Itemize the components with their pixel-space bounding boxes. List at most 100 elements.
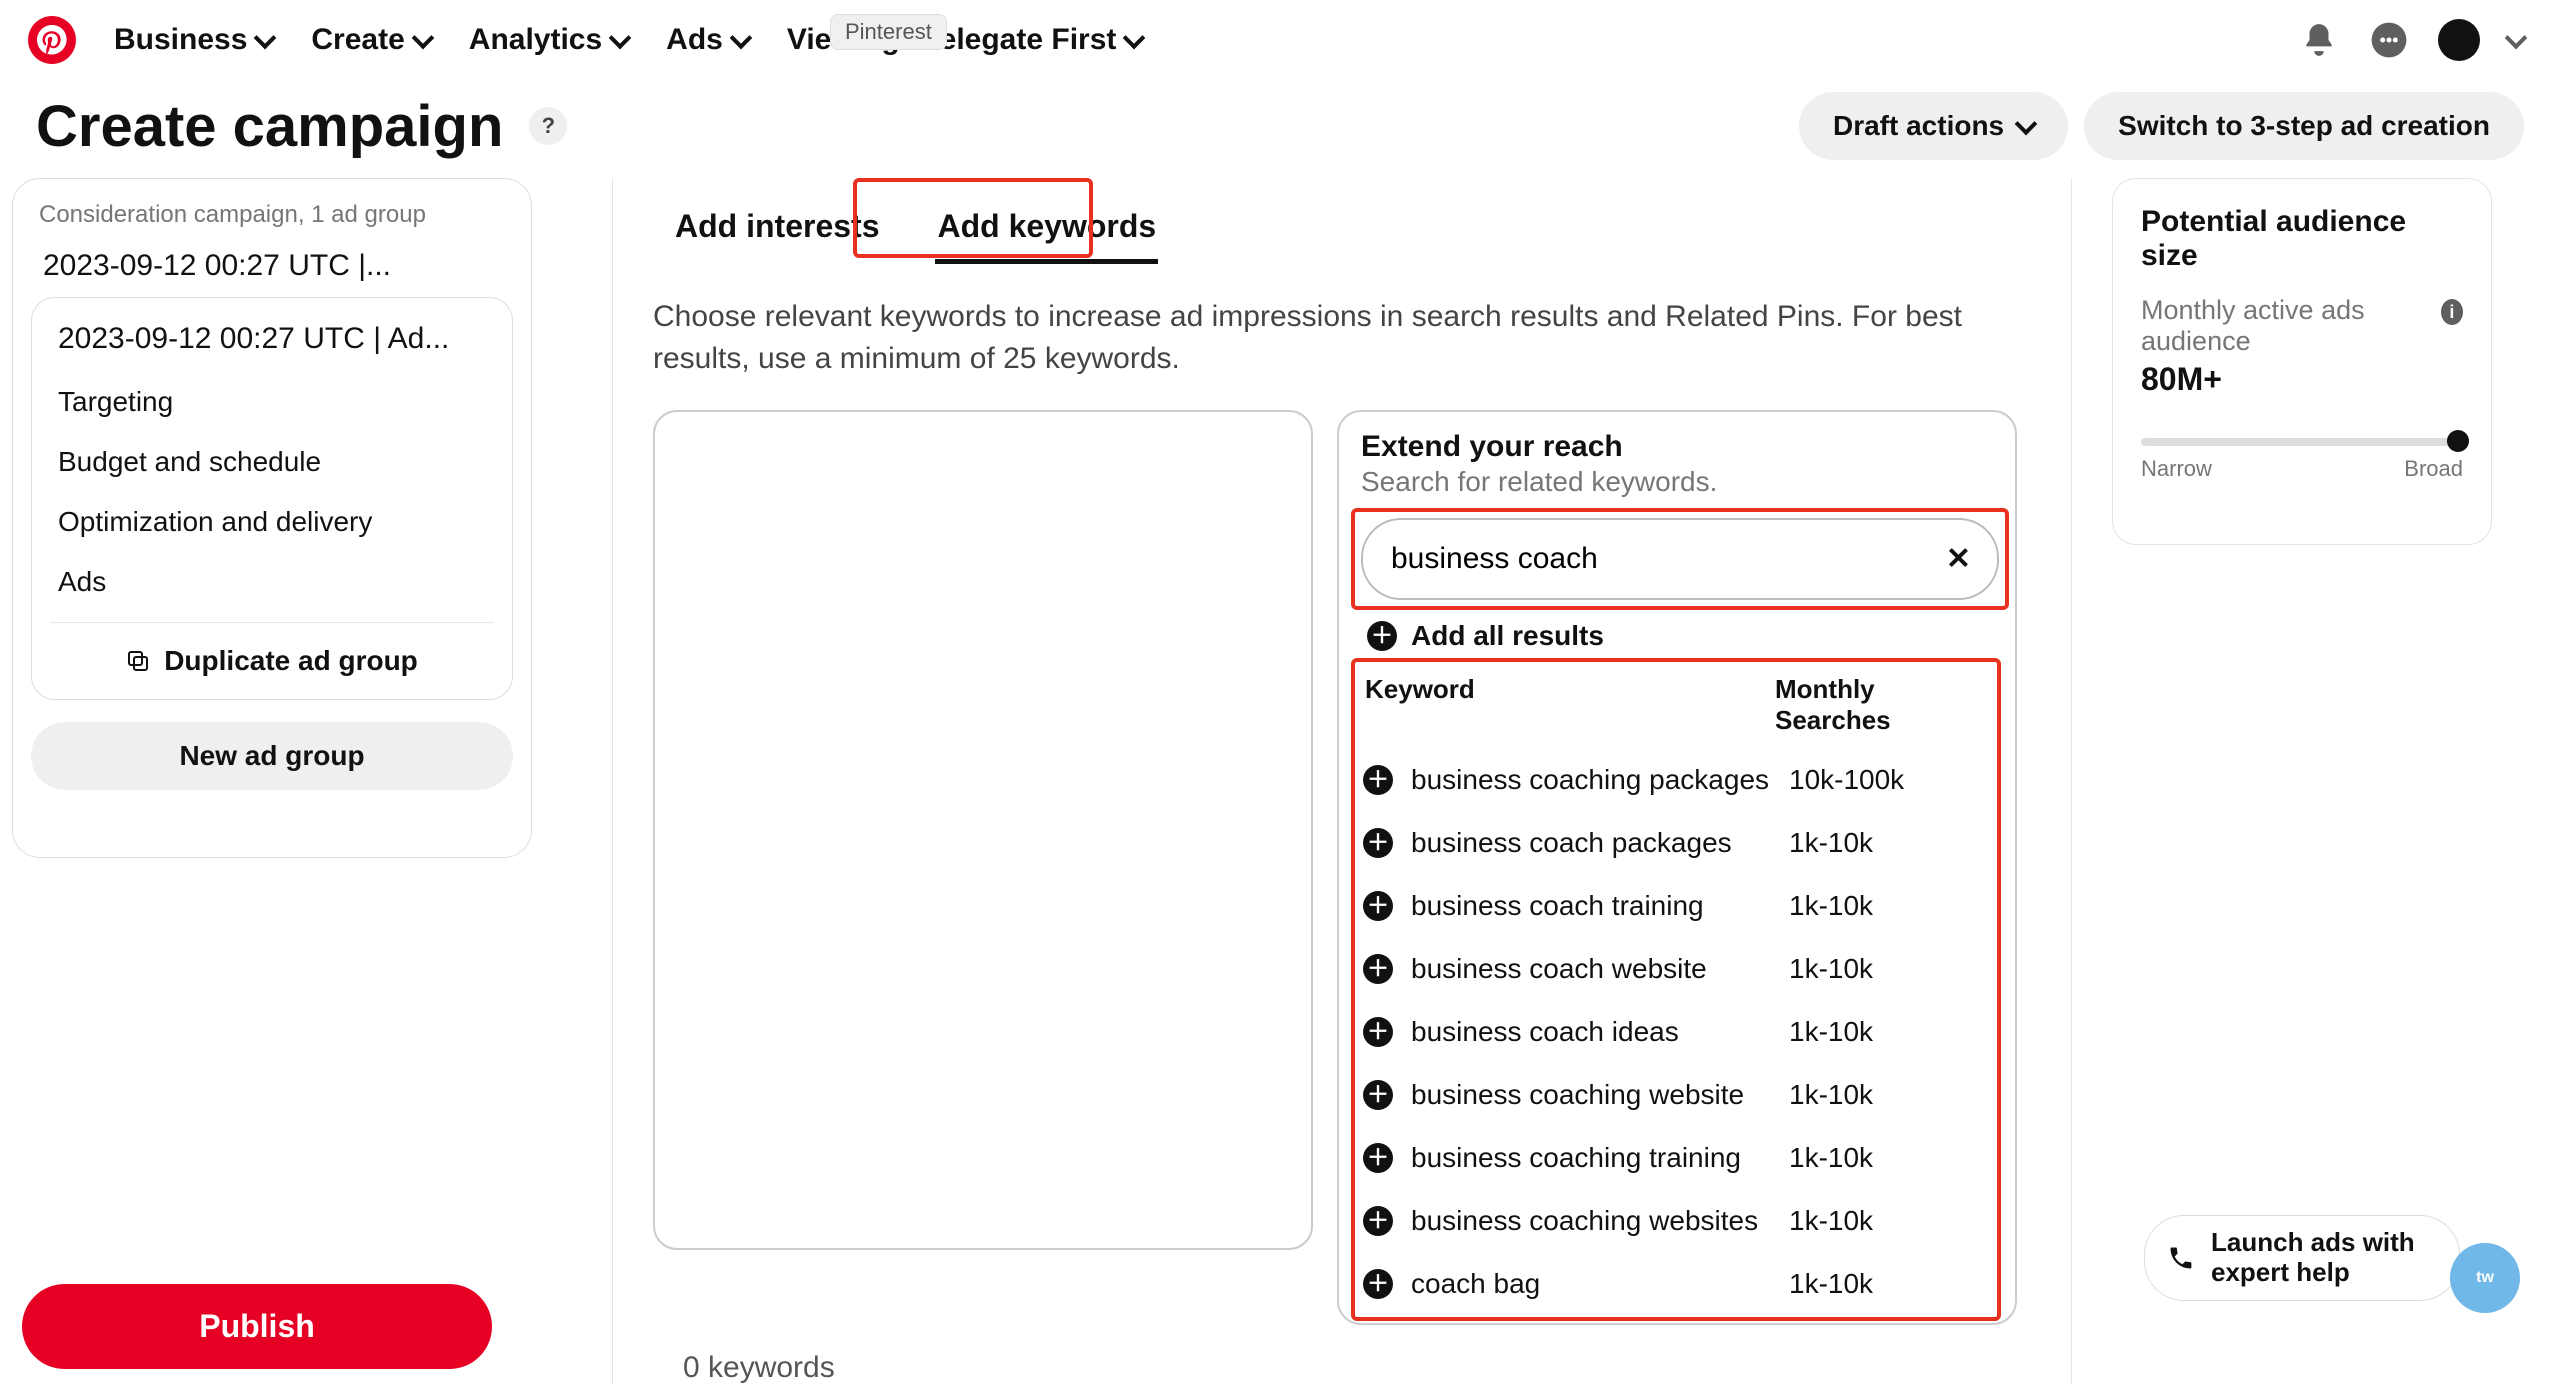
sidebar-campaign-name[interactable]: 2023-09-12 00:27 UTC |... (31, 243, 513, 297)
info-icon[interactable]: i (2441, 299, 2463, 325)
bell-icon[interactable] (2298, 19, 2340, 61)
main-panel: Add interests Add keywords Choose releva… (612, 178, 2072, 1385)
add-keyword-icon[interactable]: ＋ (1363, 1269, 1393, 1299)
nav-create[interactable]: Create (311, 23, 430, 57)
keyword-search-input[interactable] (1361, 518, 1999, 600)
chevron-down-icon (411, 27, 434, 50)
intro-text: Choose relevant keywords to increase ad … (653, 282, 2031, 410)
keyword-text: business coaching websites (1411, 1203, 1771, 1238)
keyword-result-row[interactable]: ＋business coach packages1k-10k (1361, 811, 1991, 874)
keyword-monthly-searches: 1k-10k (1789, 1268, 1989, 1300)
audience-title: Potential audience size (2141, 205, 2463, 273)
keyword-text: business coaching website (1411, 1077, 1771, 1112)
extend-title: Extend your reach (1361, 430, 1999, 464)
nav-business[interactable]: Business (114, 23, 273, 57)
duplicate-icon (126, 649, 150, 673)
keyword-text: business coaching training (1411, 1140, 1771, 1175)
duplicate-label: Duplicate ad group (164, 645, 418, 677)
phone-icon (2167, 1244, 2195, 1272)
duplicate-adgroup-button[interactable]: Duplicate ad group (50, 622, 494, 691)
keyword-monthly-searches: 1k-10k (1789, 827, 1989, 859)
chevron-down-icon (254, 27, 277, 50)
pinterest-logo-icon[interactable] (28, 16, 76, 64)
keyword-monthly-searches: 1k-10k (1789, 953, 1989, 985)
add-keyword-icon[interactable]: ＋ (1363, 1017, 1393, 1047)
keyword-monthly-searches: 1k-10k (1789, 1205, 1989, 1237)
keyword-result-row[interactable]: ＋ business coach website 1k-10k (1361, 937, 1991, 1000)
sidebar-link-ads[interactable]: Ads (50, 552, 494, 612)
clear-search-icon[interactable]: ✕ (1946, 542, 1971, 577)
slider-narrow-label: Narrow (2141, 456, 2212, 482)
keyword-result-row[interactable]: ＋business coaching packages10k-100k (1361, 748, 1991, 811)
tab-add-interests[interactable]: Add interests (673, 202, 881, 264)
launch-expert-help-button[interactable]: Launch ads with expert help (2144, 1215, 2460, 1301)
slider-broad-label: Broad (2404, 456, 2463, 482)
add-keyword-icon[interactable]: ＋ (1363, 891, 1393, 921)
selected-keywords-box[interactable] (653, 410, 1313, 1250)
keyword-monthly-searches: 10k-100k (1789, 764, 1989, 796)
switch-creation-button[interactable]: Switch to 3-step ad creation (2084, 92, 2524, 160)
nav-analytics[interactable]: Analytics (469, 23, 628, 57)
add-keyword-icon[interactable]: ＋ (1363, 765, 1393, 795)
keyword-result-row[interactable]: ＋ business coaching websites 1k-10k (1361, 1189, 1991, 1252)
add-keyword-icon[interactable]: ＋ (1363, 1206, 1393, 1236)
nav-ads-label: Ads (666, 23, 723, 57)
keyword-result-row[interactable]: ＋business coach ideas1k-10k (1361, 1000, 1991, 1063)
adgroup-card: 2023-09-12 00:27 UTC | Ad... Targeting B… (31, 297, 513, 700)
keyword-monthly-searches: 1k-10k (1789, 1142, 1989, 1174)
nav-analytics-label: Analytics (469, 23, 602, 57)
chat-icon[interactable] (2368, 19, 2410, 61)
nav-business-label: Business (114, 23, 247, 57)
keyword-text: coach bag (1411, 1266, 1771, 1301)
keyword-result-row[interactable]: ＋ coach bag 1k-10k (1361, 1252, 1991, 1315)
plus-icon: ＋ (1367, 621, 1397, 651)
add-keyword-icon[interactable]: ＋ (1363, 1080, 1393, 1110)
audience-value: 80M+ (2141, 361, 2463, 398)
extend-reach-panel: Extend your reach Search for related key… (1337, 410, 2017, 1325)
chevron-down-icon (609, 27, 632, 50)
page-title: Create campaign (36, 93, 503, 160)
new-adgroup-button[interactable]: New ad group (31, 722, 513, 790)
slider-knob[interactable] (2447, 430, 2469, 452)
nav-ads[interactable]: Ads (666, 23, 749, 57)
add-all-results-button[interactable]: ＋ Add all results (1367, 620, 1999, 652)
campaign-sidebar: Consideration campaign, 1 ad group 2023-… (12, 178, 532, 858)
tab-add-keywords[interactable]: Add keywords (935, 202, 1158, 264)
sidebar-link-optimization[interactable]: Optimization and delivery (50, 492, 494, 552)
audience-subtitle: Monthly active ads audience (2141, 295, 2431, 357)
sidebar-link-targeting[interactable]: Targeting (50, 372, 494, 432)
keyword-table-header: Keyword Monthly Searches (1361, 664, 1999, 748)
audience-size-card: Potential audience size Monthly active a… (2112, 178, 2492, 545)
avatar[interactable] (2438, 19, 2480, 61)
chevron-down-icon (730, 27, 753, 50)
adgroup-name[interactable]: 2023-09-12 00:27 UTC | Ad... (50, 314, 494, 372)
chevron-down-icon[interactable] (2505, 27, 2528, 50)
keyword-results-list[interactable]: ＋business coaching packages10k-100k＋busi… (1361, 748, 1999, 1315)
keyword-text: business coach website (1411, 951, 1771, 986)
column-monthly-searches: Monthly Searches (1775, 674, 1995, 736)
tw-badge-icon[interactable]: tw (2450, 1243, 2520, 1313)
nav-create-label: Create (311, 23, 404, 57)
keyword-text: business coach training (1411, 888, 1771, 923)
add-keyword-icon[interactable]: ＋ (1363, 828, 1393, 858)
sidebar-meta: Consideration campaign, 1 ad group (31, 201, 513, 243)
extend-subtitle: Search for related keywords. (1361, 466, 1999, 498)
draft-actions-button[interactable]: Draft actions (1799, 92, 2068, 160)
keyword-result-row[interactable]: ＋ business coach training 1k-10k (1361, 874, 1991, 937)
keyword-count: 0 keywords (653, 1325, 2031, 1385)
keyword-result-row[interactable]: ＋ business coaching training 1k-10k (1361, 1126, 1991, 1189)
logo-tooltip: Pinterest (830, 14, 947, 50)
audience-slider[interactable] (2141, 438, 2463, 446)
add-keyword-icon[interactable]: ＋ (1363, 954, 1393, 984)
keyword-monthly-searches: 1k-10k (1789, 1079, 1989, 1111)
keyword-text: business coach ideas (1411, 1014, 1771, 1049)
sidebar-link-budget[interactable]: Budget and schedule (50, 432, 494, 492)
help-button[interactable]: ? (529, 107, 567, 145)
chevron-down-icon (2015, 113, 2038, 136)
publish-button[interactable]: Publish (22, 1284, 492, 1369)
add-keyword-icon[interactable]: ＋ (1363, 1143, 1393, 1173)
keyword-monthly-searches: 1k-10k (1789, 890, 1989, 922)
draft-actions-label: Draft actions (1833, 110, 2004, 142)
keyword-result-row[interactable]: ＋ business coaching website 1k-10k (1361, 1063, 1991, 1126)
column-keyword: Keyword (1365, 674, 1775, 736)
